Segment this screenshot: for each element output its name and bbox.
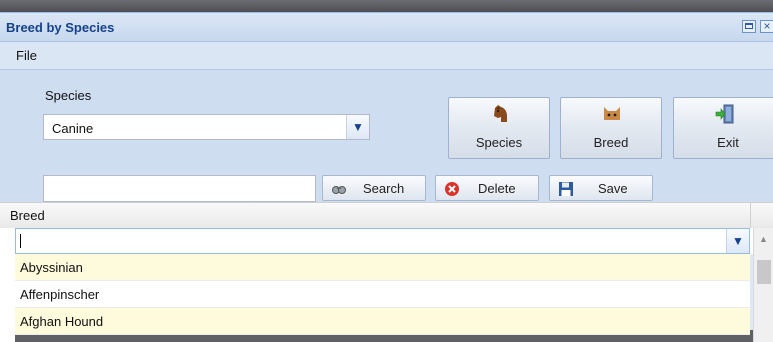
vertical-scrollbar[interactable]: ▲ bbox=[753, 228, 773, 342]
delete-button[interactable]: Delete bbox=[435, 175, 539, 201]
breed-filter-combobox[interactable]: ▼ bbox=[15, 228, 750, 254]
species-label: Species bbox=[45, 88, 92, 103]
breed-by-species-window: Breed by Species × File Species Canine ▼… bbox=[0, 12, 773, 342]
breed-button-label: Breed bbox=[593, 135, 629, 150]
text-caret bbox=[20, 234, 21, 248]
list-item[interactable]: Abyssinian bbox=[15, 254, 750, 281]
search-button-label: Search bbox=[363, 181, 405, 196]
list-item[interactable]: Affenpinscher bbox=[15, 281, 750, 308]
species-button[interactable]: Species bbox=[448, 97, 550, 159]
cat-face-icon bbox=[604, 107, 620, 120]
horse-head-icon bbox=[494, 105, 507, 122]
grid-filter-row: ▼ bbox=[0, 228, 773, 254]
desktop-background bbox=[0, 0, 773, 12]
grid-header: Breed bbox=[0, 202, 773, 229]
species-combobox-value: Canine bbox=[52, 121, 94, 136]
floppy-disk-icon bbox=[559, 182, 573, 196]
close-icon[interactable]: × bbox=[760, 20, 773, 33]
exit-button-label: Exit bbox=[717, 135, 739, 150]
search-button[interactable]: Search bbox=[322, 175, 426, 201]
list-item[interactable]: Afghan Hound bbox=[15, 308, 750, 335]
breed-button[interactable]: Breed bbox=[560, 97, 662, 159]
scrollbar-thumb[interactable] bbox=[757, 260, 771, 284]
save-button-label: Save bbox=[598, 181, 628, 196]
column-divider bbox=[750, 203, 751, 228]
menu-bar: File bbox=[0, 42, 773, 70]
chevron-down-icon[interactable]: ▼ bbox=[346, 115, 369, 139]
exit-button[interactable]: Exit bbox=[673, 97, 773, 159]
species-combobox[interactable]: Canine ▼ bbox=[43, 114, 370, 140]
window-titlebar[interactable]: Breed by Species × bbox=[0, 13, 773, 42]
chevron-down-icon[interactable]: ▼ bbox=[726, 229, 749, 253]
scroll-up-icon[interactable]: ▲ bbox=[754, 234, 773, 244]
exit-door-icon bbox=[715, 104, 734, 124]
window-title: Breed by Species bbox=[6, 20, 115, 35]
breed-column-header[interactable]: Breed bbox=[10, 208, 45, 223]
menu-file[interactable]: File bbox=[16, 48, 37, 63]
species-form-panel: Species Canine ▼ Species Breed Exit Sear… bbox=[0, 70, 773, 202]
maximize-icon[interactable] bbox=[742, 20, 756, 33]
binoculars-icon bbox=[332, 186, 346, 194]
save-button[interactable]: Save bbox=[549, 175, 653, 201]
red-x-circle-icon bbox=[445, 182, 459, 196]
species-button-label: Species bbox=[475, 135, 523, 150]
search-input[interactable] bbox=[43, 175, 316, 202]
delete-button-label: Delete bbox=[478, 181, 516, 196]
